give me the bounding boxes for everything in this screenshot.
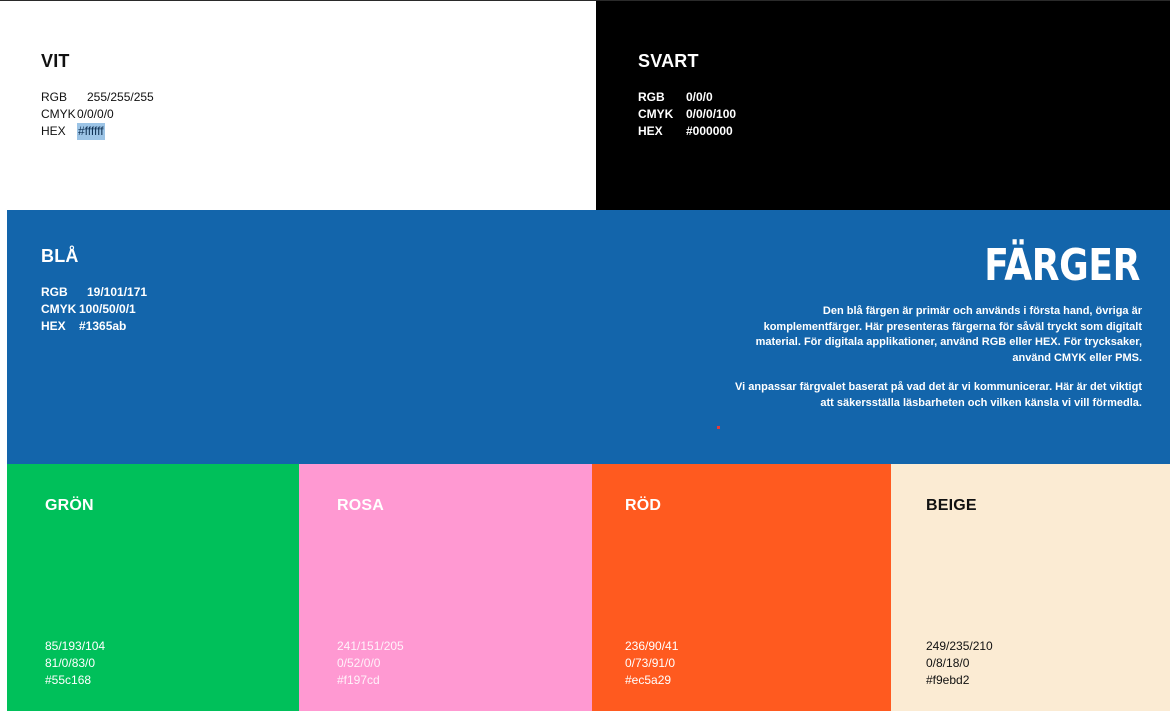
swatch-pink: ROSA 241/151/205 0/52/0/0 #f197cd [299,464,592,711]
swatch-red: RÖD 236/90/41 0/73/91/0 #ec5a29 [592,464,891,711]
hex-value[interactable]: #1365ab [79,318,126,335]
hex-value[interactable]: #55c168 [45,672,105,689]
rgb-value[interactable]: 241/151/205 [337,638,404,655]
rgb-value[interactable]: 19/101/171 [87,284,147,301]
rgb-label: RGB [638,90,665,104]
swatch-title: SVART [638,51,699,71]
cmyk-value[interactable]: 0/0/0/0 [77,106,114,123]
swatch-values: 85/193/104 81/0/83/0 #55c168 [45,638,105,689]
swatch-blue: BLÅ RGB 19/101/171 CMYK 100/50/0/1 HEX #136… [7,210,1170,464]
swatch-title: VIT [41,51,70,71]
swatch-black: SVART RGB 0/0/0 CMYK 0/0/0/100 HEX #000000 [596,1,1170,210]
swatch-specs: RGB 19/101/171 CMYK 100/50/0/1 HEX #1365ab [41,284,147,335]
cmyk-value[interactable]: 0/52/0/0 [337,655,404,672]
hex-value[interactable]: #f197cd [337,672,404,689]
swatch-title: BLÅ [41,246,79,266]
cursor-dot [717,426,720,429]
rgb-value[interactable]: 85/193/104 [45,638,105,655]
swatch-specs: RGB 0/0/0 CMYK 0/0/0/100 HEX #000000 [638,89,736,140]
cmyk-value[interactable]: 0/73/91/0 [625,655,678,672]
top-border [0,0,1170,1]
hex-value[interactable]: #000000 [686,123,733,140]
color-palette-page: VIT RGB 255/255/255 CMYK 0/0/0/0 HEX #fffff… [0,0,1170,711]
description-paragraph-1: Den blå färgen är primär och används i f… [755,305,1142,364]
rgb-label: RGB [41,90,68,104]
cmyk-value[interactable]: 100/50/0/1 [79,301,136,318]
description: Den blå färgen är primär och används i f… [722,304,1142,411]
cmyk-value[interactable]: 81/0/83/0 [45,655,105,672]
cmyk-label: CMYK [638,107,674,121]
rgb-label: RGB [41,285,68,299]
cmyk-value[interactable]: 0/0/0/100 [686,106,736,123]
description-paragraph-2: Vi anpassar färgvalet baserat på vad det… [735,381,1142,409]
swatch-white: VIT RGB 255/255/255 CMYK 0/0/0/0 HEX #fffff… [7,1,596,210]
swatch-title: BEIGE [926,497,977,514]
rgb-value[interactable]: 255/255/255 [87,89,154,106]
swatch-values: 241/151/205 0/52/0/0 #f197cd [337,638,404,689]
page-title: FÄRGER [984,240,1140,291]
swatch-values: 236/90/41 0/73/91/0 #ec5a29 [625,638,678,689]
swatch-specs: RGB 255/255/255 CMYK 0/0/0/0 HEX #ffffff [41,89,154,140]
hex-value-selected[interactable]: #ffffff [77,123,105,140]
swatch-values: 249/235/210 0/8/18/0 #f9ebd2 [926,638,993,689]
swatch-title: GRÖN [45,497,94,514]
cmyk-label: CMYK [41,107,76,121]
hex-value[interactable]: #ec5a29 [625,672,678,689]
swatch-title: RÖD [625,497,662,514]
rgb-value[interactable]: 249/235/210 [926,638,993,655]
rgb-value[interactable]: 0/0/0 [686,89,713,106]
hex-label: HEX [41,124,66,138]
hex-value[interactable]: #f9ebd2 [926,672,993,689]
hex-label: HEX [638,124,663,138]
rgb-value[interactable]: 236/90/41 [625,638,678,655]
cmyk-label: CMYK [41,302,77,316]
cmyk-value[interactable]: 0/8/18/0 [926,655,993,672]
hex-label: HEX [41,319,66,333]
swatch-beige: BEIGE 249/235/210 0/8/18/0 #f9ebd2 [891,464,1170,711]
swatch-title: ROSA [337,497,385,514]
swatch-green: GRÖN 85/193/104 81/0/83/0 #55c168 [7,464,299,711]
